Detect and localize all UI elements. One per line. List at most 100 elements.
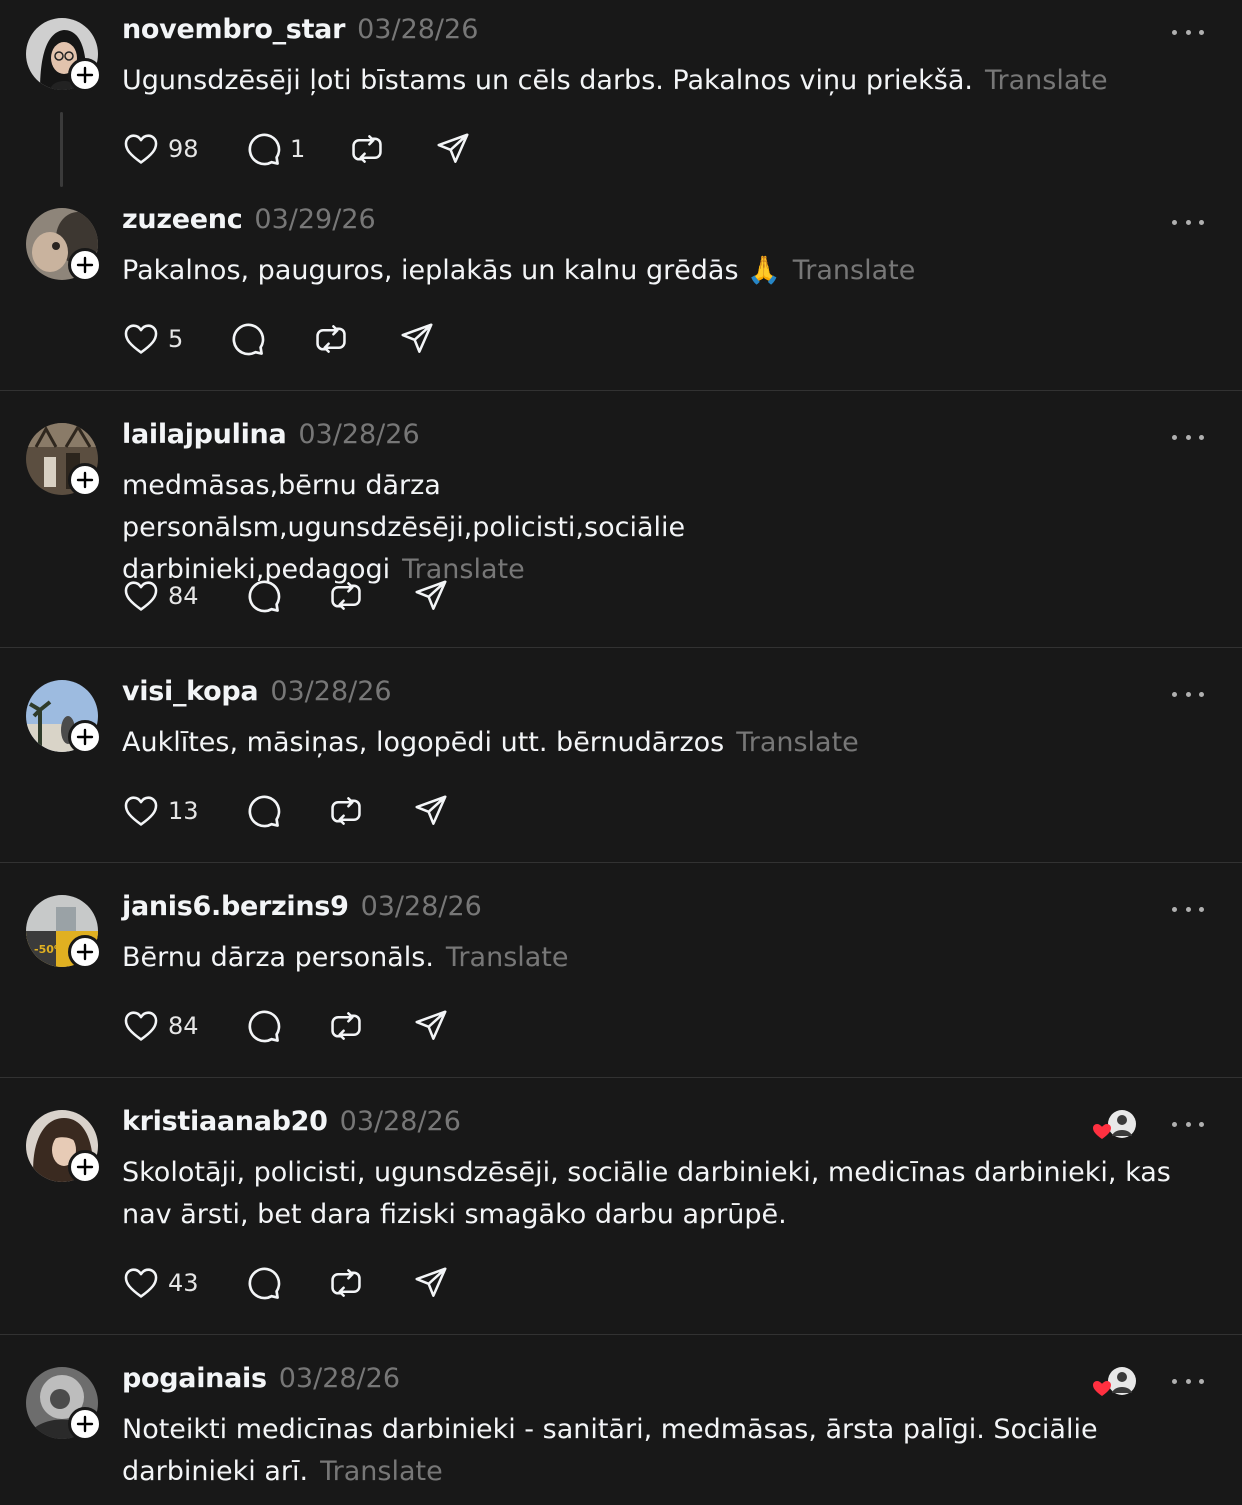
- follow-button[interactable]: [68, 720, 102, 754]
- repost-button[interactable]: [327, 1006, 365, 1046]
- post-date[interactable]: 03/28/26: [357, 14, 478, 45]
- share-icon: [415, 1010, 447, 1040]
- translate-link[interactable]: Translate: [985, 65, 1108, 96]
- post-text: Bērnu dārza personāls. Translate: [122, 937, 1212, 979]
- username[interactable]: visi_kopa: [122, 676, 259, 707]
- divider: [0, 862, 1242, 863]
- repost-button[interactable]: [348, 129, 386, 169]
- liked-by-author-icon: [1092, 1365, 1138, 1399]
- post-date[interactable]: 03/29/26: [254, 204, 375, 235]
- repost-icon: [331, 1012, 361, 1040]
- username[interactable]: janis6.berzins9: [122, 891, 349, 922]
- repost-icon: [352, 135, 382, 163]
- username[interactable]: pogainais: [122, 1363, 267, 1394]
- share-button[interactable]: [412, 1006, 450, 1046]
- comment-icon: [232, 323, 265, 356]
- heart-icon: [124, 324, 158, 354]
- username[interactable]: lailajpulina: [122, 419, 287, 450]
- follow-button[interactable]: [68, 935, 102, 969]
- more-icon[interactable]: [1172, 26, 1204, 38]
- divider: [0, 390, 1242, 391]
- comment-icon: [248, 1010, 281, 1043]
- follow-button[interactable]: [68, 58, 102, 92]
- divider: [0, 647, 1242, 648]
- like-button[interactable]: 43: [122, 1263, 199, 1303]
- translate-link[interactable]: Translate: [320, 1456, 443, 1487]
- heart-icon: [124, 134, 158, 164]
- repost-button[interactable]: [327, 1263, 365, 1303]
- share-icon: [437, 133, 469, 163]
- follow-button[interactable]: [68, 1407, 102, 1441]
- follow-button[interactable]: [68, 248, 102, 282]
- like-button[interactable]: 98: [122, 129, 199, 169]
- liked-by-author-icon: [1092, 1108, 1138, 1142]
- comment-icon: [248, 795, 281, 828]
- like-count: 43: [168, 1269, 199, 1297]
- more-icon[interactable]: [1172, 903, 1204, 915]
- post-text-content: Auklītes, māsiņas, logopēdi utt. bērnudā…: [122, 727, 725, 758]
- reply-button[interactable]: [228, 319, 266, 359]
- repost-icon: [331, 1269, 361, 1297]
- more-icon[interactable]: [1172, 1118, 1204, 1130]
- divider: [0, 1334, 1242, 1335]
- like-count: 5: [168, 325, 184, 353]
- more-icon[interactable]: [1172, 688, 1204, 700]
- post-text: Auklītes, māsiņas, logopēdi utt. bērnudā…: [122, 722, 1212, 764]
- share-button[interactable]: [412, 1263, 450, 1303]
- like-button[interactable]: 84: [122, 1006, 199, 1046]
- share-button[interactable]: [412, 576, 450, 616]
- share-button[interactable]: [412, 791, 450, 831]
- post-text: Pakalnos, pauguros, ieplakās un kalnu gr…: [122, 250, 1212, 292]
- more-icon[interactable]: [1172, 431, 1204, 443]
- post-header: pogainais 03/28/26: [122, 1363, 400, 1403]
- reply-button[interactable]: [244, 576, 282, 616]
- comment-icon: [248, 580, 281, 613]
- post-text-content: Skolotāji, policisti, ugunsdzēsēji, soci…: [122, 1157, 1171, 1230]
- like-count: 98: [168, 135, 199, 163]
- post-date[interactable]: 03/28/26: [340, 1106, 461, 1137]
- divider: [0, 1077, 1242, 1078]
- like-button[interactable]: 84: [122, 576, 199, 616]
- post-header: kristiaanab20 03/28/26: [122, 1106, 461, 1146]
- post-date[interactable]: 03/28/26: [279, 1363, 400, 1394]
- repost-button[interactable]: [327, 576, 365, 616]
- translate-link[interactable]: Translate: [736, 727, 859, 758]
- share-button[interactable]: [434, 129, 472, 169]
- translate-link[interactable]: Translate: [793, 255, 916, 286]
- share-button[interactable]: [398, 319, 436, 359]
- post-date[interactable]: 03/28/26: [361, 891, 482, 922]
- more-icon[interactable]: [1172, 1375, 1204, 1387]
- post-header: zuzeenc 03/29/26: [122, 204, 376, 244]
- reply-button[interactable]: [244, 791, 282, 831]
- plus-icon: [76, 1415, 94, 1433]
- post-date[interactable]: 03/28/26: [298, 419, 419, 450]
- share-icon: [401, 323, 433, 353]
- reply-button[interactable]: [244, 1263, 282, 1303]
- post-text-content: Bērnu dārza personāls.: [122, 942, 434, 973]
- repost-icon: [316, 325, 346, 353]
- reply-button[interactable]: [244, 1006, 282, 1046]
- svg-text:-50%: -50%: [34, 943, 65, 956]
- follow-button[interactable]: [68, 463, 102, 497]
- repost-button[interactable]: [312, 319, 350, 359]
- more-icon[interactable]: [1172, 216, 1204, 228]
- username[interactable]: kristiaanab20: [122, 1106, 328, 1137]
- like-count: 84: [168, 582, 199, 610]
- share-icon: [415, 795, 447, 825]
- username[interactable]: zuzeenc: [122, 204, 243, 235]
- post-text-content: Pakalnos, pauguros, ieplakās un kalnu gr…: [122, 255, 781, 286]
- post-header: novembro_star 03/28/26: [122, 14, 478, 54]
- translate-link[interactable]: Translate: [446, 942, 569, 973]
- plus-icon: [76, 66, 94, 84]
- repost-icon: [331, 797, 361, 825]
- username[interactable]: novembro_star: [122, 14, 345, 45]
- follow-button[interactable]: [68, 1150, 102, 1184]
- reply-button[interactable]: 1: [244, 129, 305, 169]
- post-date[interactable]: 03/28/26: [270, 676, 391, 707]
- like-button[interactable]: 5: [122, 319, 183, 359]
- post-header: janis6.berzins9 03/28/26: [122, 891, 482, 931]
- repost-icon: [331, 582, 361, 610]
- like-button[interactable]: 13: [122, 791, 199, 831]
- share-icon: [415, 580, 447, 610]
- repost-button[interactable]: [327, 791, 365, 831]
